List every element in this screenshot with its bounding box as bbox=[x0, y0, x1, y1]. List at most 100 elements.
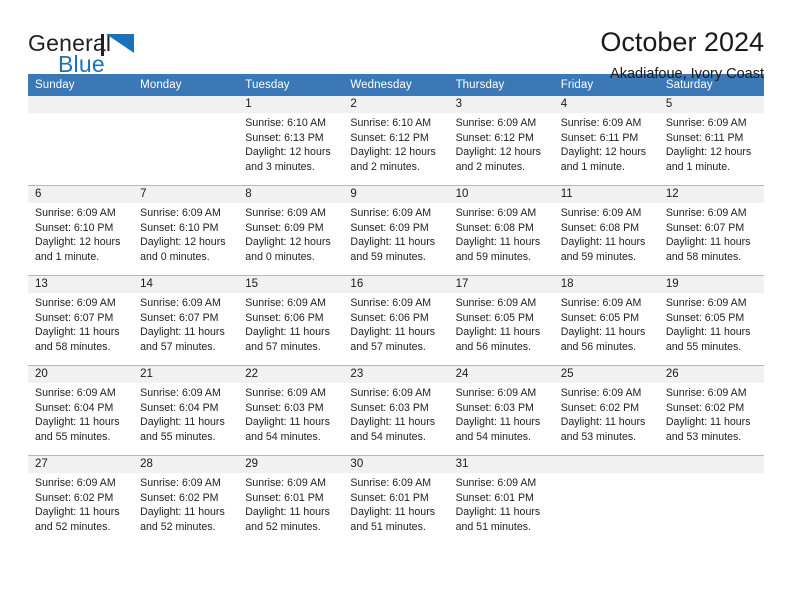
daylight-line1: Daylight: 11 hours bbox=[350, 326, 436, 339]
day-details: Sunrise: 6:09 AM Sunset: 6:06 PM Dayligh… bbox=[343, 293, 448, 354]
calendar-day-cell[interactable]: 28 Sunrise: 6:09 AM Sunset: 6:02 PM Dayl… bbox=[133, 455, 239, 545]
sunrise-text: Sunrise: 6:09 AM bbox=[665, 117, 747, 129]
calendar-day-cell[interactable] bbox=[133, 96, 239, 186]
calendar-day-cell[interactable]: 11 Sunrise: 6:09 AM Sunset: 6:08 PM Dayl… bbox=[553, 185, 659, 276]
day-details: Sunrise: 6:09 AM Sunset: 6:09 PM Dayligh… bbox=[343, 203, 448, 264]
daylight-line2: and 59 minutes. bbox=[455, 250, 531, 263]
calendar-day-cell[interactable]: 2 Sunrise: 6:10 AM Sunset: 6:12 PM Dayli… bbox=[343, 96, 449, 186]
day-number: 1 bbox=[238, 96, 344, 113]
calendar-week-row: 1 Sunrise: 6:10 AM Sunset: 6:13 PM Dayli… bbox=[28, 96, 764, 186]
calendar-day-cell[interactable]: 12 Sunrise: 6:09 AM Sunset: 6:07 PM Dayl… bbox=[658, 185, 764, 276]
daylight-line1: Daylight: 12 hours bbox=[35, 236, 121, 249]
daylight-line2: and 52 minutes. bbox=[245, 520, 321, 533]
day-number: 15 bbox=[238, 276, 344, 293]
day-details: Sunrise: 6:09 AM Sunset: 6:07 PM Dayligh… bbox=[133, 293, 238, 354]
day-number: 26 bbox=[658, 366, 764, 383]
calendar-day-cell[interactable]: 7 Sunrise: 6:09 AM Sunset: 6:10 PM Dayli… bbox=[133, 185, 239, 276]
sunrise-text: Sunrise: 6:09 AM bbox=[350, 477, 432, 489]
brand-logo[interactable]: General Blue bbox=[28, 26, 178, 83]
calendar-day-cell[interactable]: 21 Sunrise: 6:09 AM Sunset: 6:04 PM Dayl… bbox=[133, 365, 239, 456]
daylight-line2: and 51 minutes. bbox=[350, 520, 426, 533]
calendar-day-cell[interactable]: 19 Sunrise: 6:09 AM Sunset: 6:05 PM Dayl… bbox=[658, 275, 764, 366]
calendar-day-cell[interactable]: 3 Sunrise: 6:09 AM Sunset: 6:12 PM Dayli… bbox=[448, 96, 554, 186]
sunrise-text: Sunrise: 6:09 AM bbox=[140, 207, 221, 219]
calendar-day-cell[interactable] bbox=[553, 455, 659, 545]
calendar-day-cell[interactable]: 8 Sunrise: 6:09 AM Sunset: 6:09 PM Dayli… bbox=[238, 185, 344, 276]
calendar-day-cell[interactable]: 31 Sunrise: 6:09 AM Sunset: 6:01 PM Dayl… bbox=[448, 455, 554, 545]
calendar-day-cell[interactable]: 9 Sunrise: 6:09 AM Sunset: 6:09 PM Dayli… bbox=[343, 185, 449, 276]
day-details: Sunrise: 6:09 AM Sunset: 6:06 PM Dayligh… bbox=[238, 293, 343, 354]
page-title: October 2024 bbox=[600, 27, 764, 57]
sun-times-calendar: Sunday Monday Tuesday Wednesday Thursday… bbox=[28, 74, 764, 545]
calendar-day-cell[interactable]: 10 Sunrise: 6:09 AM Sunset: 6:08 PM Dayl… bbox=[448, 185, 554, 276]
day-details bbox=[659, 473, 764, 476]
daylight-line2: and 58 minutes. bbox=[665, 250, 742, 263]
sunset-text: Sunset: 6:07 PM bbox=[35, 311, 114, 324]
daylight-line1: Daylight: 11 hours bbox=[455, 236, 541, 249]
day-details: Sunrise: 6:09 AM Sunset: 6:03 PM Dayligh… bbox=[343, 383, 448, 444]
calendar-day-cell[interactable]: 22 Sunrise: 6:09 AM Sunset: 6:03 PM Dayl… bbox=[238, 365, 344, 456]
day-number: 7 bbox=[133, 186, 239, 203]
calendar-day-cell[interactable]: 14 Sunrise: 6:09 AM Sunset: 6:07 PM Dayl… bbox=[133, 275, 239, 366]
day-details: Sunrise: 6:09 AM Sunset: 6:11 PM Dayligh… bbox=[659, 113, 764, 174]
daylight-line2: and 59 minutes. bbox=[560, 250, 637, 263]
daylight-line1: Daylight: 11 hours bbox=[35, 416, 120, 429]
sunset-text: Sunset: 6:01 PM bbox=[245, 491, 324, 504]
sunrise-text: Sunrise: 6:09 AM bbox=[245, 477, 326, 489]
sunrise-text: Sunrise: 6:10 AM bbox=[350, 117, 432, 129]
day-details: Sunrise: 6:10 AM Sunset: 6:12 PM Dayligh… bbox=[343, 113, 448, 174]
day-number: 28 bbox=[133, 456, 239, 473]
day-number: 21 bbox=[133, 366, 239, 383]
calendar-day-cell[interactable]: 15 Sunrise: 6:09 AM Sunset: 6:06 PM Dayl… bbox=[238, 275, 344, 366]
sunrise-text: Sunrise: 6:09 AM bbox=[665, 297, 747, 309]
calendar-day-cell[interactable] bbox=[658, 455, 764, 545]
calendar-day-cell[interactable]: 30 Sunrise: 6:09 AM Sunset: 6:01 PM Dayl… bbox=[343, 455, 449, 545]
sunset-text: Sunset: 6:13 PM bbox=[245, 131, 324, 144]
calendar-day-cell[interactable]: 13 Sunrise: 6:09 AM Sunset: 6:07 PM Dayl… bbox=[28, 275, 134, 366]
calendar-day-cell[interactable]: 25 Sunrise: 6:09 AM Sunset: 6:02 PM Dayl… bbox=[553, 365, 659, 456]
day-details: Sunrise: 6:09 AM Sunset: 6:01 PM Dayligh… bbox=[449, 473, 554, 534]
calendar-day-cell[interactable]: 1 Sunrise: 6:10 AM Sunset: 6:13 PM Dayli… bbox=[238, 96, 344, 186]
calendar-day-cell[interactable]: 29 Sunrise: 6:09 AM Sunset: 6:01 PM Dayl… bbox=[238, 455, 344, 545]
sunset-text: Sunset: 6:08 PM bbox=[560, 221, 640, 234]
calendar-day-cell[interactable]: 5 Sunrise: 6:09 AM Sunset: 6:11 PM Dayli… bbox=[658, 96, 764, 186]
sunset-text: Sunset: 6:12 PM bbox=[350, 131, 429, 144]
calendar-day-cell[interactable]: 18 Sunrise: 6:09 AM Sunset: 6:05 PM Dayl… bbox=[553, 275, 659, 366]
daylight-line1: Daylight: 11 hours bbox=[665, 416, 751, 429]
sunset-text: Sunset: 6:05 PM bbox=[665, 311, 745, 324]
calendar-day-cell[interactable]: 23 Sunrise: 6:09 AM Sunset: 6:03 PM Dayl… bbox=[343, 365, 449, 456]
calendar-day-cell[interactable]: 27 Sunrise: 6:09 AM Sunset: 6:02 PM Dayl… bbox=[28, 455, 134, 545]
daylight-line2: and 57 minutes. bbox=[140, 340, 216, 353]
day-details: Sunrise: 6:09 AM Sunset: 6:02 PM Dayligh… bbox=[554, 383, 659, 444]
sunset-text: Sunset: 6:05 PM bbox=[455, 311, 534, 324]
day-number: 17 bbox=[448, 276, 554, 293]
daylight-line2: and 54 minutes. bbox=[350, 430, 426, 443]
daylight-line2: and 57 minutes. bbox=[245, 340, 321, 353]
calendar-day-cell[interactable] bbox=[28, 96, 134, 186]
day-number: 5 bbox=[658, 96, 764, 113]
calendar-day-cell[interactable]: 20 Sunrise: 6:09 AM Sunset: 6:04 PM Dayl… bbox=[28, 365, 134, 456]
sunset-text: Sunset: 6:04 PM bbox=[140, 401, 219, 414]
calendar-day-cell[interactable]: 17 Sunrise: 6:09 AM Sunset: 6:05 PM Dayl… bbox=[448, 275, 554, 366]
daylight-line1: Daylight: 11 hours bbox=[560, 236, 646, 249]
calendar-day-cell[interactable]: 16 Sunrise: 6:09 AM Sunset: 6:06 PM Dayl… bbox=[343, 275, 449, 366]
daylight-line2: and 52 minutes. bbox=[35, 520, 111, 533]
daylight-line2: and 54 minutes. bbox=[455, 430, 531, 443]
day-number: 19 bbox=[658, 276, 764, 293]
day-details: Sunrise: 6:09 AM Sunset: 6:11 PM Dayligh… bbox=[554, 113, 659, 174]
sunrise-text: Sunrise: 6:09 AM bbox=[455, 477, 537, 489]
daylight-line2: and 2 minutes. bbox=[350, 160, 420, 173]
day-details: Sunrise: 6:09 AM Sunset: 6:12 PM Dayligh… bbox=[449, 113, 554, 174]
calendar-day-cell[interactable]: 6 Sunrise: 6:09 AM Sunset: 6:10 PM Dayli… bbox=[28, 185, 134, 276]
day-number bbox=[658, 456, 764, 473]
calendar-day-cell[interactable]: 4 Sunrise: 6:09 AM Sunset: 6:11 PM Dayli… bbox=[553, 96, 659, 186]
daylight-line2: and 56 minutes. bbox=[560, 340, 637, 353]
day-details: Sunrise: 6:09 AM Sunset: 6:09 PM Dayligh… bbox=[238, 203, 343, 264]
sunset-text: Sunset: 6:11 PM bbox=[665, 131, 744, 144]
calendar-week-row: 6 Sunrise: 6:09 AM Sunset: 6:10 PM Dayli… bbox=[28, 185, 764, 276]
page-header: General Blue October 2024 Akadiafoue, Iv… bbox=[28, 0, 764, 82]
calendar-day-cell[interactable]: 24 Sunrise: 6:09 AM Sunset: 6:03 PM Dayl… bbox=[448, 365, 554, 456]
weekday-header-thursday: Thursday bbox=[448, 74, 554, 96]
calendar-day-cell[interactable]: 26 Sunrise: 6:09 AM Sunset: 6:02 PM Dayl… bbox=[658, 365, 764, 456]
sunset-text: Sunset: 6:04 PM bbox=[35, 401, 114, 414]
